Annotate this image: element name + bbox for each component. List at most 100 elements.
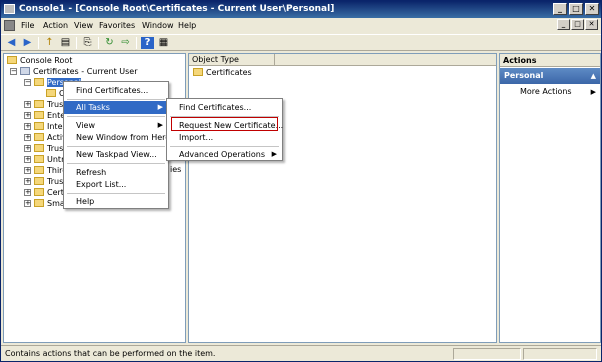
status-text: Contains actions that can be performed o… (5, 349, 216, 358)
mdi-restore-button[interactable]: □ (571, 19, 584, 30)
tree-label-partial: ies (170, 165, 182, 174)
mdi-minimize-button[interactable]: _ (557, 19, 570, 30)
status-cell (453, 348, 521, 360)
folder-icon (34, 177, 44, 185)
tree-label: Trus (47, 177, 64, 186)
folder-icon (34, 100, 44, 108)
mdi-close-button[interactable]: ✕ (585, 19, 598, 30)
more-actions-label: More Actions (520, 87, 572, 96)
menu-bar: File Action View Favorites Window Help _… (1, 18, 601, 34)
menu-item-new-taskpad[interactable]: New Taskpad View... (64, 148, 168, 161)
show-tree-icon[interactable]: ▤ (59, 37, 72, 49)
submenu-arrow-icon: ▶ (590, 88, 596, 96)
window-title: Console1 - [Console Root\Certificates - … (19, 4, 335, 14)
more-actions-item[interactable]: More Actions ▶ (520, 87, 600, 97)
menu-separator (67, 99, 165, 100)
tree-node-personal-child[interactable]: C (46, 89, 65, 99)
collapse-icon[interactable]: − (24, 79, 31, 86)
expand-icon[interactable]: + (24, 156, 31, 163)
status-bar: Contains actions that can be performed o… (1, 345, 601, 361)
tree-node[interactable]: Trus (34, 100, 63, 110)
submenu-arrow-icon: ▶ (157, 103, 163, 111)
column-divider[interactable] (274, 54, 275, 66)
menu-separator (67, 116, 165, 117)
status-cell (523, 348, 597, 360)
actions-section-label: Personal (504, 71, 544, 80)
toolbar-separator (76, 37, 77, 49)
collapse-icon[interactable]: − (10, 68, 17, 75)
folder-icon (34, 133, 44, 141)
menu-view[interactable]: View (74, 21, 93, 30)
maximize-button[interactable]: □ (569, 3, 583, 15)
menu-separator (67, 146, 165, 147)
close-button[interactable]: ✕ (585, 3, 599, 15)
expand-icon[interactable]: + (24, 189, 31, 196)
menu-item-export-list[interactable]: Export List... (64, 178, 168, 191)
menu-file[interactable]: File (21, 21, 34, 30)
menu-favorites[interactable]: Favorites (99, 21, 135, 30)
tree-node[interactable]: Thirc (34, 166, 67, 176)
folder-icon (34, 188, 44, 196)
expand-icon[interactable]: + (24, 200, 31, 207)
tree-node[interactable]: Untr (34, 155, 64, 165)
actions-pane: Actions Personal ▲ More Actions ▶ (499, 53, 601, 343)
folder-icon (34, 144, 44, 152)
menu-help[interactable]: Help (178, 21, 196, 30)
toolbar-separator (136, 37, 137, 49)
tree-node[interactable]: Activ (34, 133, 67, 143)
mmc-app-icon (4, 4, 15, 14)
list-item[interactable]: Certificates (193, 68, 252, 78)
expand-icon[interactable]: + (24, 101, 31, 108)
folder-icon (7, 56, 17, 64)
collapse-up-icon[interactable]: ▲ (591, 68, 596, 84)
tree-node-certificates-current-user[interactable]: Certificates - Current User (20, 67, 138, 77)
expand-icon[interactable]: + (24, 134, 31, 141)
refresh-icon[interactable]: ↻ (103, 37, 116, 49)
copy-icon[interactable]: ⎘ (81, 37, 94, 49)
export-list-icon[interactable]: ⇨ (119, 37, 132, 49)
column-header-object-type[interactable]: Object Type (189, 54, 496, 66)
menu-item-advanced-operations[interactable]: Advanced Operations ▶ (167, 148, 282, 161)
tree-label: Untr (47, 155, 65, 164)
console-icon[interactable] (4, 20, 15, 31)
tree-node[interactable]: Trus (34, 144, 63, 154)
menu-item-all-tasks[interactable]: All Tasks ▶ (64, 101, 168, 114)
menu-action[interactable]: Action (43, 21, 68, 30)
folder-icon (34, 155, 44, 163)
actions-section-personal[interactable]: Personal ▲ (500, 68, 600, 84)
menu-item-import[interactable]: Import... (167, 131, 282, 144)
results-pane: Object Type Certificates (188, 53, 497, 343)
toolbar-separator (98, 37, 99, 49)
up-folder-icon[interactable]: ↑ (43, 37, 56, 49)
expand-icon[interactable]: + (24, 123, 31, 130)
tree-node[interactable]: Certi (34, 188, 66, 198)
tree-node[interactable]: Inter (34, 122, 66, 132)
tree-node[interactable]: Ente (34, 111, 65, 121)
expand-icon[interactable]: + (24, 145, 31, 152)
toolbar: ◀ ▶ ↑ ▤ ⎘ ↻ ⇨ ? ▦ (1, 34, 601, 51)
minimize-button[interactable]: _ (553, 3, 567, 15)
tree-node-console-root[interactable]: Console Root (7, 56, 72, 66)
menu-item-find-certificates[interactable]: Find Certificates... (64, 84, 168, 97)
folder-icon (34, 166, 44, 174)
tree-label: Certificates - Current User (33, 67, 138, 76)
expand-icon[interactable]: + (24, 178, 31, 185)
menu-window[interactable]: Window (142, 21, 174, 30)
help-icon[interactable]: ? (141, 37, 154, 49)
forward-arrow-icon[interactable]: ▶ (21, 37, 34, 49)
console-tree-icon[interactable]: ▦ (157, 37, 170, 49)
menu-item-new-window[interactable]: New Window from Here (64, 131, 170, 144)
title-bar[interactable]: Console1 - [Console Root\Certificates - … (1, 1, 601, 18)
menu-item-label: Advanced Operations (179, 150, 266, 159)
expand-icon[interactable]: + (24, 112, 31, 119)
tree-node[interactable]: Trus (34, 177, 63, 187)
actions-header: Actions (500, 54, 600, 67)
folder-icon (193, 68, 203, 76)
back-arrow-icon[interactable]: ◀ (5, 37, 18, 49)
expand-icon[interactable]: + (24, 167, 31, 174)
menu-item-help[interactable]: Help (64, 195, 168, 208)
certificate-store-icon (20, 67, 30, 75)
submenu-arrow-icon: ▶ (271, 150, 277, 158)
folder-icon (34, 122, 44, 130)
menu-item-find-certificates[interactable]: Find Certificates... (167, 101, 282, 114)
